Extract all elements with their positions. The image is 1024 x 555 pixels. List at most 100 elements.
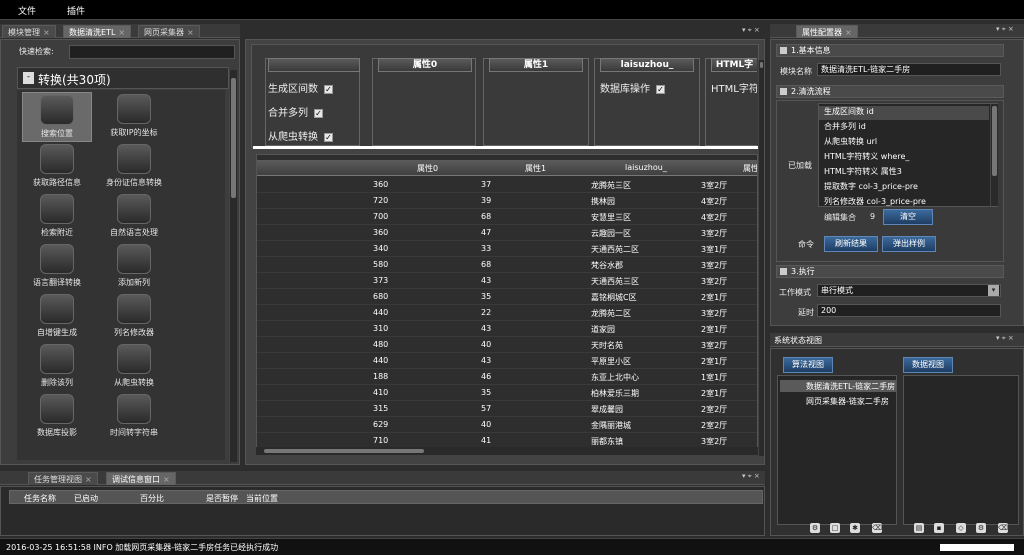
table-row[interactable]: 440 43 平原里小区 2室1厅 [257,353,757,369]
module-path-info[interactable]: 获取路径信息 [22,142,92,192]
bug-icon[interactable]: ✱ [850,523,860,533]
module-from-crawler[interactable]: 从爬虫转换 [99,342,169,392]
trash-icon[interactable]: ⌫ [872,523,882,533]
column-header-3[interactable]: laisuzhou_ [600,58,694,72]
column-header-4[interactable]: HTML字 [711,58,757,72]
popup-sample-button[interactable]: 弹出样例 [882,236,936,252]
column-header-0[interactable] [268,58,360,72]
pin-icon[interactable]: ▾ ⌖ × [742,26,760,35]
module-search-location[interactable]: 搜索位置 [22,92,92,142]
flow-item[interactable]: 列名修改器 col-3_price-pre [819,196,989,206]
flow-item[interactable]: 提取数字 col-3_price-pre [819,181,989,195]
table-row[interactable]: 188 46 东亚上北中心 1室1厅 [257,369,757,385]
scroll-thumb[interactable] [231,78,236,198]
status-item[interactable]: 网页采集器-链家二手房 [780,395,896,407]
close-icon[interactable]: × [43,28,50,37]
menu-plugins[interactable]: 插件 [67,4,85,17]
table-row[interactable]: 315 57 翠成馨园 2室2厅 [257,401,757,417]
section-execute[interactable]: 3.执行 [776,265,1004,278]
task-col[interactable]: 百分比 [140,493,164,504]
grid-header-cell[interactable]: 属性0 [417,163,438,174]
checkbox-icon[interactable]: ✓ [656,84,665,94]
collapse-icon[interactable]: - [23,72,34,84]
module-add-column[interactable]: 添加新列 [99,242,169,292]
module-db-projection[interactable]: 数据库投影 [22,392,92,442]
close-icon[interactable]: × [163,475,170,484]
module-scrollbar[interactable] [229,70,237,462]
chevron-down-icon[interactable]: ▾ [988,285,999,296]
scroll-thumb[interactable] [992,106,997,176]
module-ip-coord[interactable]: 获取IP的坐标 [99,92,169,142]
tab-task-manager[interactable]: 任务管理视图 × [28,472,98,485]
menu-file[interactable]: 文件 [18,4,36,17]
copy-icon[interactable]: □ [830,523,840,533]
checkbox-icon[interactable]: ✓ [314,108,323,118]
pin-icon[interactable]: ▾ ⌖ × [742,472,760,481]
column-header-2[interactable]: 属性1 [489,58,583,72]
option-db-operation[interactable]: 数据库操作 ✓ [600,80,665,95]
work-mode-select[interactable]: 串行模式 ▾ [817,284,1001,297]
option-generate-range[interactable]: 生成区间数 ✓ [268,80,333,95]
table-row[interactable]: 373 43 天通西苑三区 3室2厅 [257,273,757,289]
close-icon[interactable]: × [118,28,125,37]
table-row[interactable]: 440 22 龙腾苑二区 3室2厅 [257,305,757,321]
tab-module-manager[interactable]: 模块管理 × [2,25,56,38]
grid-hscrollbar[interactable] [256,447,758,455]
splitter[interactable] [253,146,759,149]
flow-item[interactable]: HTML字符转义 where_ [819,151,989,165]
module-nlp[interactable]: 自然语言处理 [99,192,169,242]
scroll-thumb[interactable] [760,62,763,68]
column-header-1[interactable]: 属性0 [378,58,472,72]
pin-icon[interactable]: ▾ ⌖ × [996,334,1014,343]
close-icon[interactable]: × [845,28,852,37]
collapse-icon[interactable] [780,88,787,95]
settings-icon[interactable]: ⚙ [976,523,986,533]
close-icon[interactable]: × [187,28,194,37]
task-col[interactable]: 当前位置 [246,493,278,504]
tab-debug[interactable]: 调试信息窗口 × [106,472,176,485]
module-rename-column[interactable]: 列名修改器 [99,292,169,342]
delete-icon[interactable]: ⌫ [998,523,1008,533]
flow-item[interactable]: 合并多列 id [819,121,989,135]
flow-item[interactable]: 从爬虫转换 url [819,136,989,150]
collapse-icon[interactable] [780,47,787,54]
module-nearby[interactable]: 检索附近 [22,192,92,242]
tab-web-crawler[interactable]: 网页采集器 × [138,25,200,38]
checkbox-icon[interactable]: ✓ [324,84,333,94]
module-autoinc[interactable]: 自增键生成 [22,292,92,342]
task-col[interactable]: 已启动 [74,493,98,504]
flow-item[interactable]: 生成区间数 id [819,106,989,120]
algorithm-view-button[interactable]: 算法视图 [783,357,833,373]
table-row[interactable]: 720 39 携林园 4室2厅 [257,193,757,209]
close-icon[interactable]: × [85,475,92,484]
module-name-input[interactable]: 数据清洗ETL-链家二手房 [817,63,1001,76]
pin-icon[interactable]: ▾ ⌖ × [996,25,1014,34]
section-basic-info[interactable]: 1.基本信息 [776,44,1004,57]
scroll-thumb[interactable] [264,449,424,453]
grid-header-cell[interactable]: 属性 [743,163,757,174]
option-merge-columns[interactable]: 合并多列 ✓ [268,104,323,119]
grid-header-cell[interactable]: laisuzhou_ [625,163,667,172]
task-col[interactable]: 任务名称 [24,493,56,504]
cube-icon[interactable]: ◇ [956,523,966,533]
save-icon[interactable]: ▪ [934,523,944,533]
flow-item[interactable]: HTML字符转义 属性3 [819,166,989,180]
quick-search-input[interactable] [69,45,235,59]
table-row[interactable]: 410 35 柏林爱乐三期 2室1厅 [257,385,757,401]
tab-etl[interactable]: 数据清洗ETL × [63,25,132,38]
table-row[interactable]: 340 33 天通西苑二区 3室1厅 [257,241,757,257]
group-header[interactable]: - 转换(共30项) [17,67,229,89]
table-row[interactable]: 700 68 安慧里三区 4室2厅 [257,209,757,225]
module-delete-column[interactable]: 删除该列 [22,342,92,392]
checkbox-icon[interactable]: ✓ [324,132,333,142]
module-id-card[interactable]: 身份证信息转换 [99,142,169,192]
refresh-results-button[interactable]: 刷新结果 [824,236,878,252]
section-clean-flow[interactable]: 2.清洗流程 [776,85,1004,98]
center-scrollbar[interactable] [758,60,764,456]
clear-button[interactable]: 清空 [883,209,933,225]
table-row[interactable]: 680 35 嘉铭桐城C区 2室1厅 [257,289,757,305]
tab-property-config[interactable]: 属性配置器 × [796,25,858,38]
option-from-crawler[interactable]: 从爬虫转换 ✓ [268,128,333,143]
status-item-selected[interactable]: 数据清洗ETL-链家二手房 [780,380,896,392]
task-col[interactable]: 是否暂停 [206,493,238,504]
